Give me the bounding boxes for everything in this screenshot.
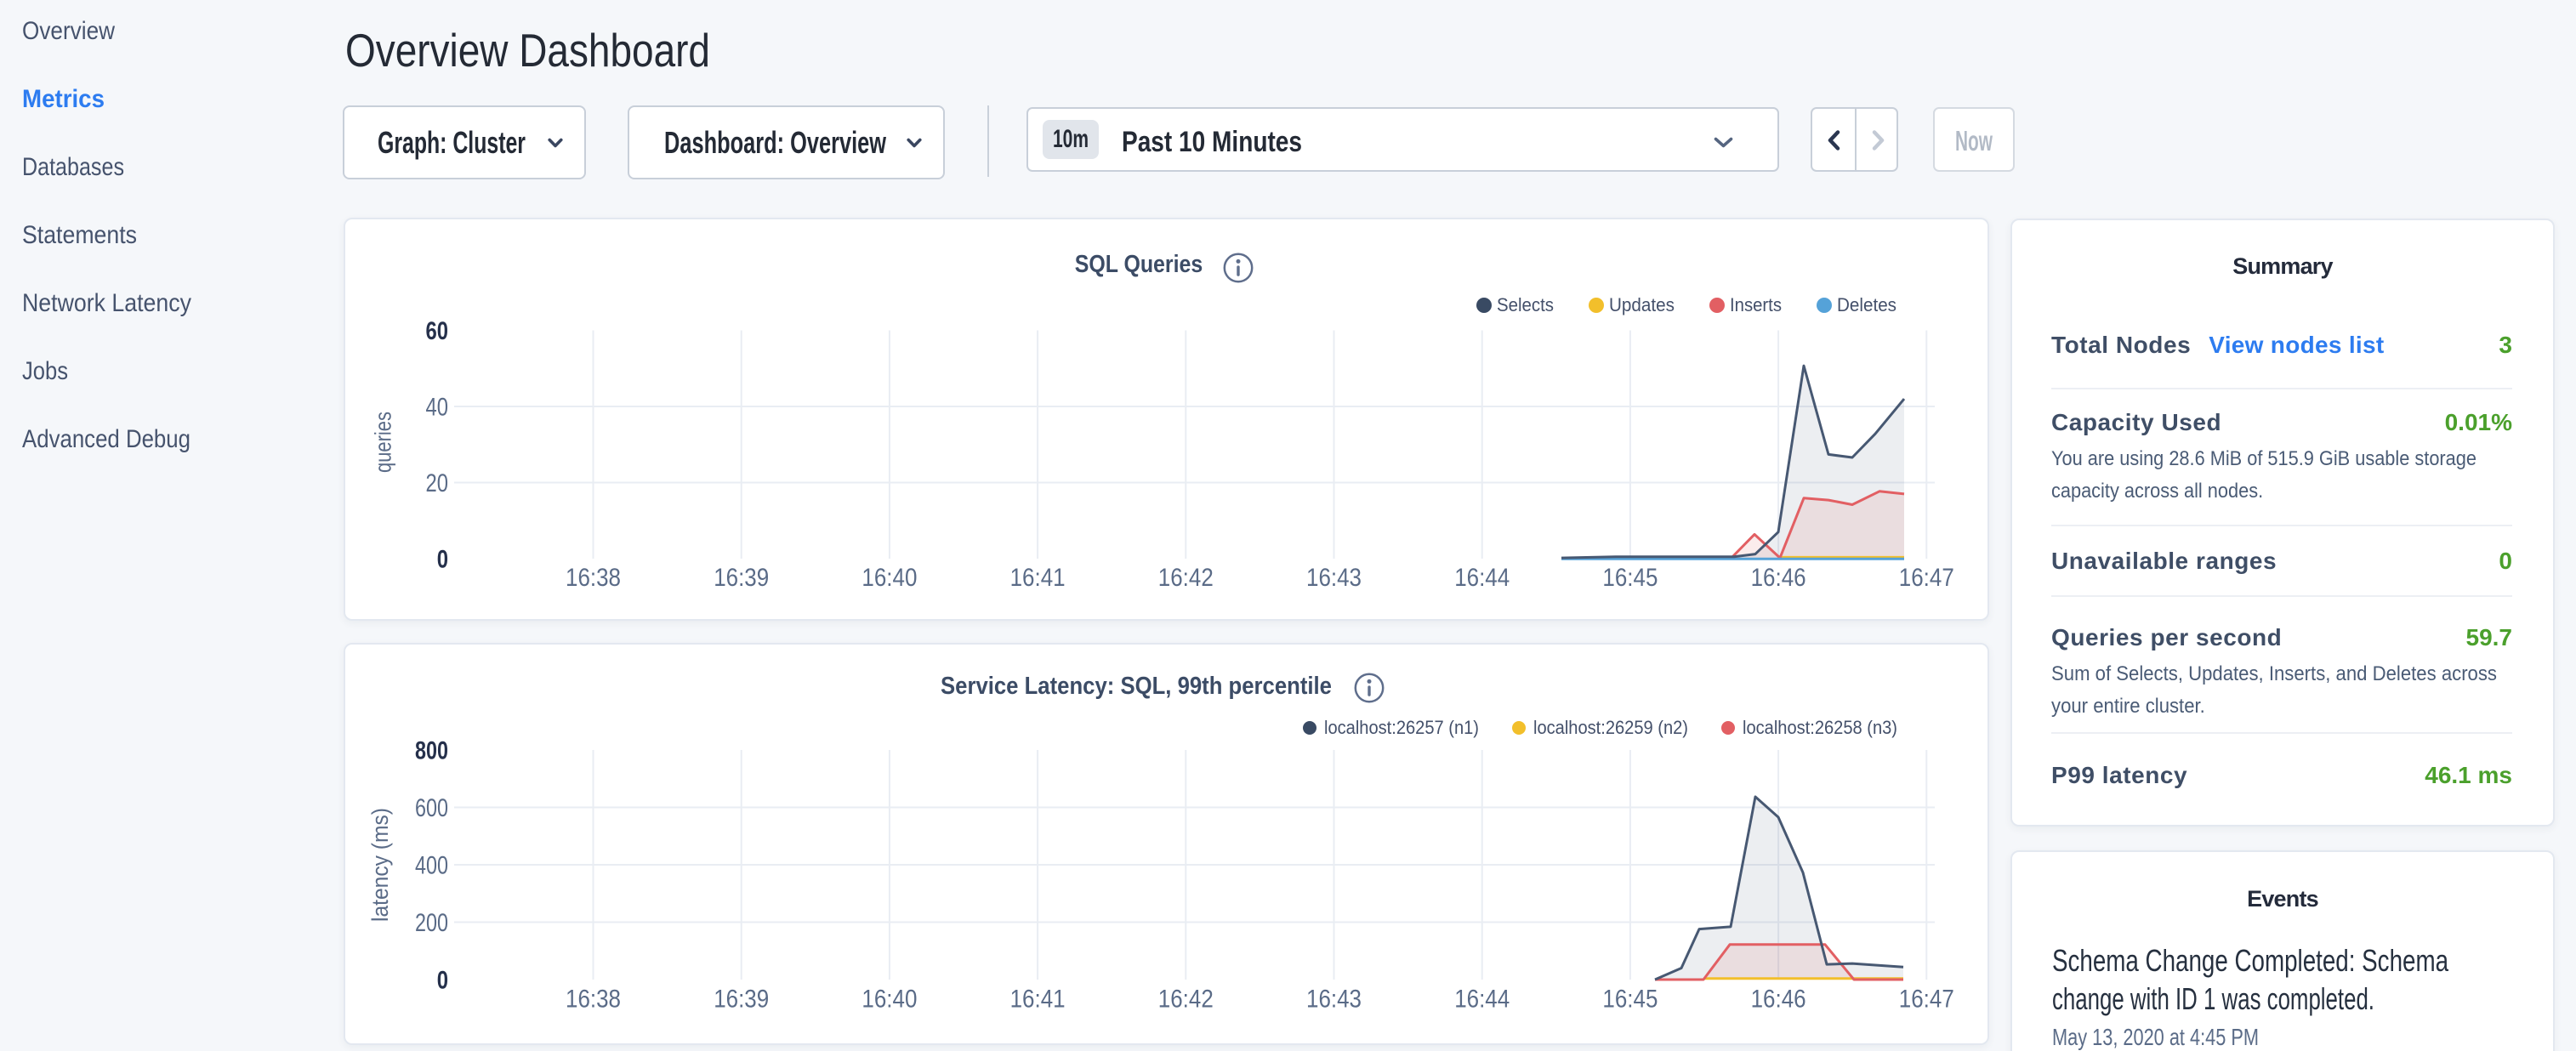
svg-text:16:38: 16:38 [566,564,621,592]
svg-text:16:43: 16:43 [1306,986,1362,1014]
svg-text:16:45: 16:45 [1602,564,1658,592]
svg-text:400: 400 [415,852,448,880]
svg-text:16:46: 16:46 [1751,564,1806,592]
svg-text:40: 40 [426,394,449,422]
svg-text:16:41: 16:41 [1010,986,1066,1014]
svg-text:16:39: 16:39 [714,564,769,592]
svg-text:60: 60 [426,317,449,345]
svg-text:16:40: 16:40 [862,564,917,592]
svg-text:16:42: 16:42 [1158,986,1214,1014]
svg-text:16:44: 16:44 [1454,986,1510,1014]
svg-text:0: 0 [437,546,448,574]
svg-text:16:38: 16:38 [566,986,621,1014]
svg-text:16:46: 16:46 [1751,986,1806,1014]
svg-text:20: 20 [426,469,449,497]
svg-text:16:39: 16:39 [714,986,769,1014]
svg-text:16:47: 16:47 [1899,986,1954,1014]
svg-text:16:44: 16:44 [1454,564,1510,592]
svg-text:0: 0 [437,967,448,995]
svg-text:16:41: 16:41 [1010,564,1066,592]
svg-text:queries: queries [371,412,396,473]
svg-text:16:43: 16:43 [1306,564,1362,592]
svg-text:16:47: 16:47 [1899,564,1954,592]
svg-text:latency (ms): latency (ms) [367,808,393,922]
svg-text:600: 600 [415,794,448,822]
svg-text:16:40: 16:40 [862,986,917,1014]
svg-text:16:42: 16:42 [1158,564,1214,592]
svg-text:16:45: 16:45 [1602,986,1658,1014]
svg-text:800: 800 [415,737,448,765]
svg-text:200: 200 [415,909,448,937]
